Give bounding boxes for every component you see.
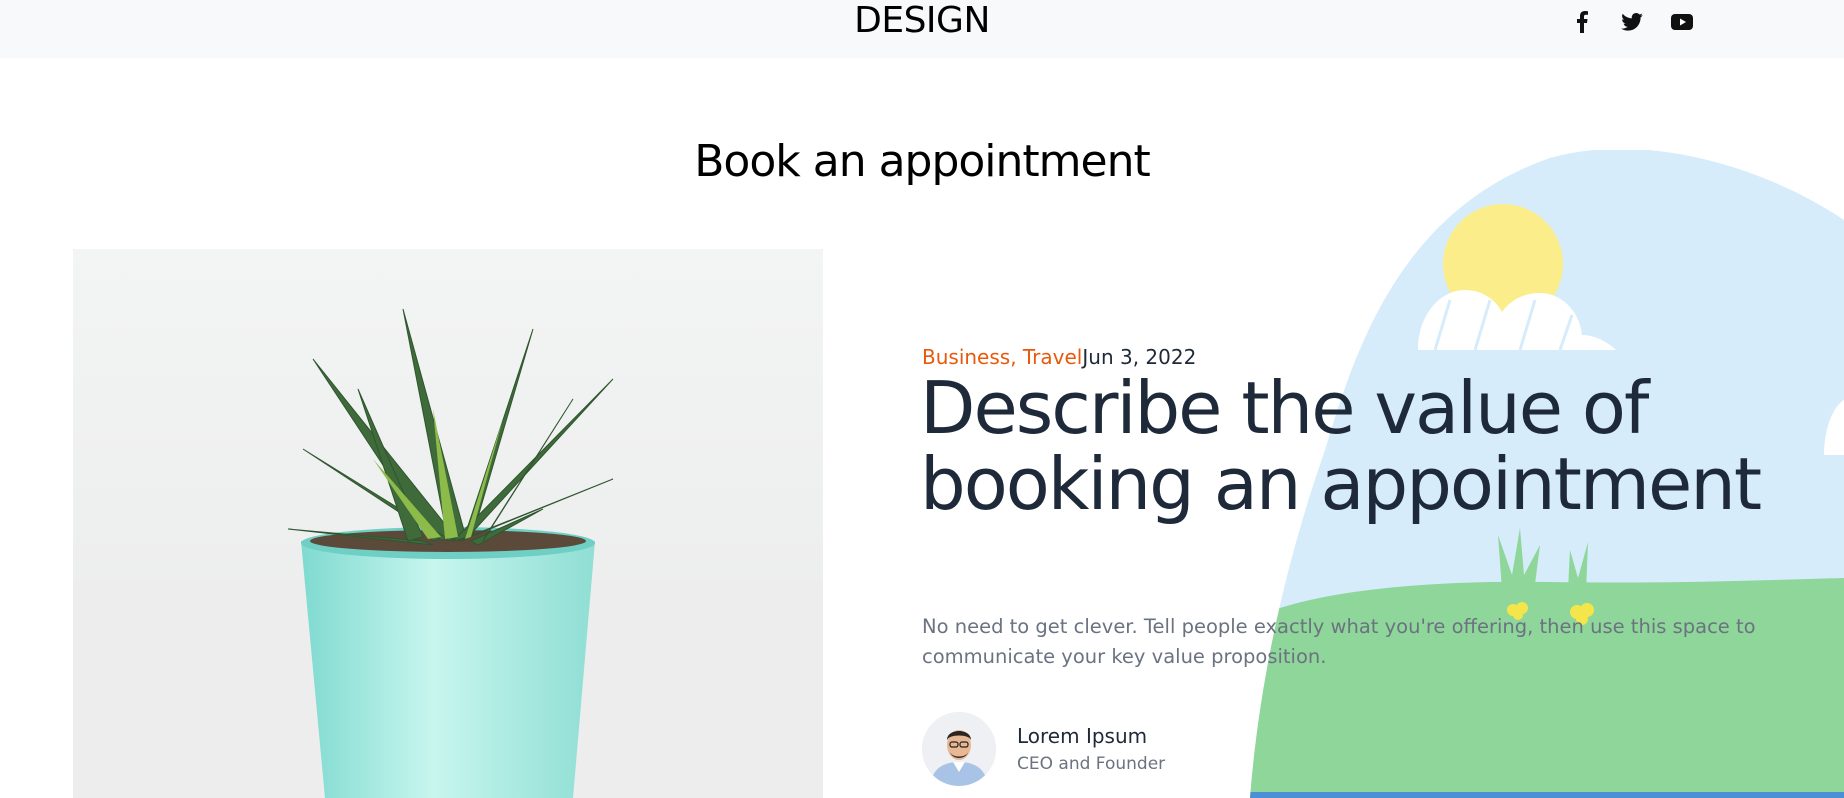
facebook-icon — [1576, 11, 1588, 33]
author-role: CEO and Founder — [1017, 754, 1166, 774]
twitter-link[interactable] — [1612, 10, 1652, 34]
youtube-icon — [1671, 14, 1693, 30]
article-description: No need to get clever. Tell people exact… — [922, 615, 1756, 668]
youtube-link[interactable] — [1662, 10, 1702, 34]
twitter-icon — [1621, 13, 1643, 31]
avatar — [922, 712, 996, 786]
top-navigation-bar: DESIGN — [0, 0, 1844, 58]
plant-photo — [73, 249, 823, 798]
author-name: Lorem Ipsum — [1017, 724, 1148, 748]
article-headline: Describe the value of booking an appoint… — [920, 366, 1762, 526]
facebook-link[interactable] — [1562, 10, 1602, 34]
